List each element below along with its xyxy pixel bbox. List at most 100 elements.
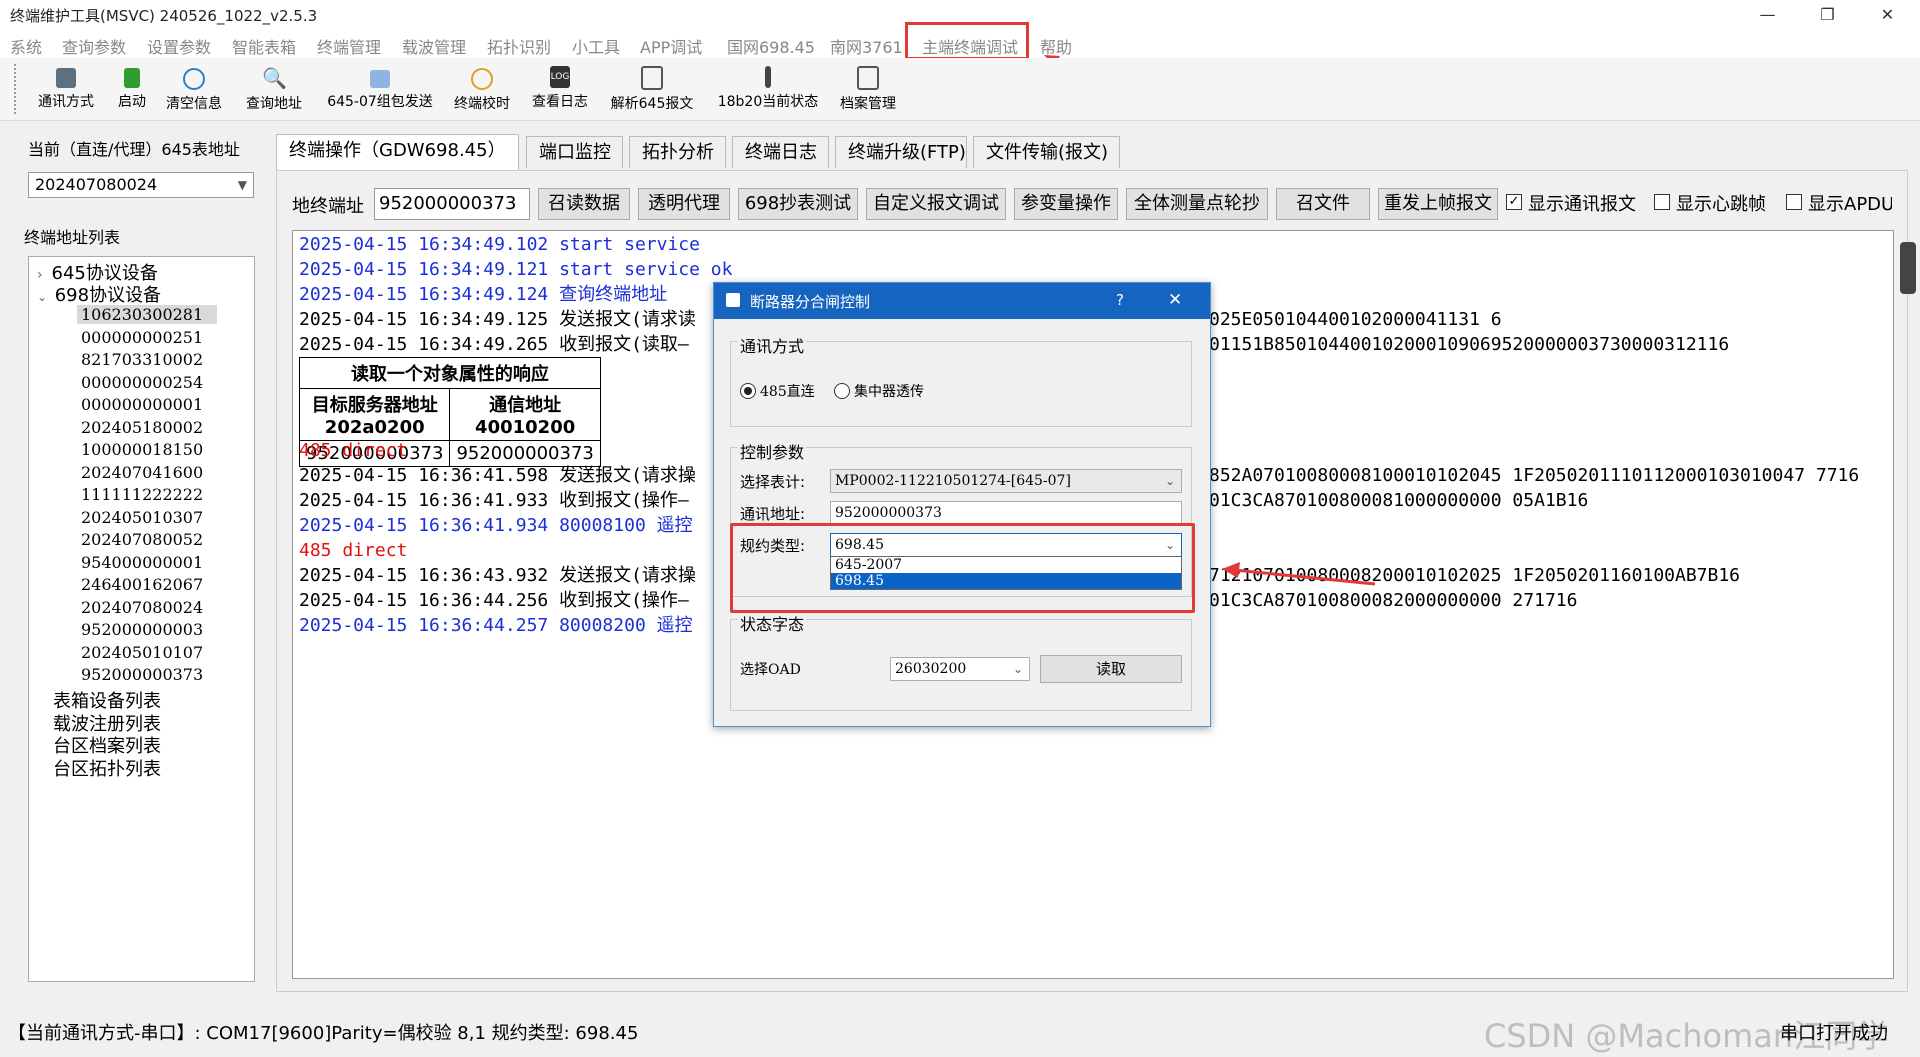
menu-topology[interactable]: 拓扑识别 — [487, 34, 551, 58]
toolbar-button-time-sync[interactable]: 终端校时 — [450, 62, 514, 118]
toolbar-button-parse-645[interactable]: 解析645报文 — [606, 62, 698, 118]
log-line-tail: 01C3CA870100800081000000000 05A1B16 — [1209, 490, 1589, 511]
tab-terminal-ops[interactable]: 终端操作（GDW698.45） — [276, 134, 519, 170]
menu-query-params[interactable]: 查询参数 — [62, 34, 126, 58]
radio-dot — [744, 387, 752, 395]
log-line: 485 direct — [299, 440, 408, 461]
radio-485-direct[interactable] — [740, 383, 756, 399]
toolbar-label: 查询地址 — [246, 96, 302, 112]
tree-item-address[interactable]: 202405180002 — [81, 418, 203, 437]
tree-item-address[interactable]: 952000000003 — [81, 620, 203, 639]
read-button[interactable]: 读取 — [1040, 655, 1182, 683]
chevron-down-icon: ⌄ — [1164, 474, 1175, 488]
toolbar: 通讯方式 启动 清空信息 🔍 查询地址 645-07组包发送 终端校时 LOG … — [0, 58, 1920, 121]
show-heartbeat-label: 显示心跳帧 — [1676, 194, 1766, 215]
menu-tools[interactable]: 小工具 — [572, 34, 620, 58]
window-title: 终端维护工具(MSVC) 240526_1022_v2.5.3 — [10, 7, 318, 25]
tree-item-address[interactable]: 202407080024 — [81, 598, 203, 617]
toolbar-label: 645-07组包发送 — [327, 94, 433, 110]
tab-terminal-upgrade[interactable]: 终端升级(FTP) — [835, 136, 967, 168]
terminal-addr-input[interactable]: 952000000373 — [374, 188, 530, 220]
toolbar-button-clear[interactable]: 清空信息 — [162, 62, 226, 118]
current-addr-select[interactable]: 202407080024 ▼ — [28, 172, 254, 198]
menu-carrier-mgmt[interactable]: 载波管理 — [402, 34, 466, 58]
tab-terminal-log[interactable]: 终端日志 — [732, 136, 829, 168]
tree-item-address[interactable]: 202405010307 — [81, 508, 203, 527]
tree-node-label: 698协议设备 — [54, 285, 162, 306]
tree-item-address[interactable]: 954000000001 — [81, 553, 203, 572]
close-button[interactable]: ✕ — [1860, 0, 1915, 30]
toolbar-button-view-log[interactable]: LOG 查看日志 — [528, 62, 592, 118]
tab-bar: 终端操作（GDW698.45） 端口监控 拓扑分析 终端日志 终端升级(FTP)… — [276, 134, 1908, 170]
menu-app-debug[interactable]: APP调试 — [640, 34, 702, 58]
menu-nw-3761[interactable]: 南网3761 — [830, 34, 903, 58]
status-right: 串口打开成功 — [1780, 1023, 1888, 1044]
menu-gw-698[interactable]: 国网698.45 — [727, 34, 815, 58]
comm-icon — [56, 68, 76, 88]
log-line: 2025-04-15 16:34:49.121 start service ok — [299, 259, 733, 280]
tree-node-698[interactable]: ⌄ 698协议设备 — [37, 281, 161, 307]
toolbar-label: 档案管理 — [840, 96, 896, 112]
dialog-help-button[interactable]: ? — [1116, 291, 1124, 309]
toolbar-button-645-packet[interactable]: 645-07组包发送 — [320, 62, 440, 118]
radio-concentrator[interactable] — [834, 383, 850, 399]
menu-system[interactable]: 系统 — [10, 34, 42, 58]
response-table-value-2: 952000000373 — [449, 440, 601, 467]
dialog-close-button[interactable]: ✕ — [1168, 290, 1182, 310]
tree-item-list[interactable]: 台区拓扑列表 — [53, 755, 161, 781]
tree-item-address[interactable]: 202407041600 — [81, 463, 203, 482]
tab-port-monitor[interactable]: 端口监控 — [526, 136, 623, 168]
toolbar-label: 启动 — [118, 94, 146, 110]
chevron-down-icon: ⌄ — [1012, 662, 1023, 676]
tree-item-address[interactable]: 000000000001 — [81, 395, 203, 414]
menu-set-params[interactable]: 设置参数 — [147, 34, 211, 58]
call-file-button[interactable]: 召文件 — [1276, 188, 1370, 220]
tree-item-address[interactable]: 100000018150 — [81, 440, 203, 459]
menu-terminal-mgmt[interactable]: 终端管理 — [317, 34, 381, 58]
response-table-header-2: 通信地址 40010200 — [449, 388, 601, 441]
edit-icon — [641, 66, 663, 90]
meter-test-698-button[interactable]: 698抄表测试 — [738, 188, 858, 220]
param-ops-button[interactable]: 参变量操作 — [1014, 188, 1118, 220]
tree-item-address[interactable]: 106230300281 — [77, 305, 218, 324]
show-apdu-checkbox[interactable] — [1786, 194, 1802, 210]
tree-item-address[interactable]: 246400162067 — [81, 575, 203, 594]
log-icon: LOG — [550, 66, 570, 88]
comm-addr-input[interactable]: 952000000373 — [830, 501, 1182, 525]
log-line: 2025-04-15 16:34:49.124 查询终端地址 — [299, 284, 668, 305]
tree-item-address[interactable]: 111111222222 — [81, 485, 203, 504]
toolbar-button-query-addr[interactable]: 🔍 查询地址 — [242, 62, 306, 118]
dialog-title: 断路器分合闸控制 — [750, 293, 871, 311]
custom-frame-debug-button[interactable]: 自定义报文调试 — [866, 188, 1006, 220]
tree-item-address[interactable]: 202405010107 — [81, 643, 203, 662]
tree-item-address[interactable]: 000000000251 — [81, 328, 203, 347]
tree-item-address[interactable]: 202407080052 — [81, 530, 203, 549]
menu-smart-box[interactable]: 智能表箱 — [232, 34, 296, 58]
oad-select[interactable]: 26030200 ⌄ — [890, 657, 1030, 681]
tab-topology-analysis[interactable]: 拓扑分析 — [629, 136, 726, 168]
response-table-header-1: 目标服务器地址 202a0200 — [298, 388, 451, 441]
highlight-box-menu — [905, 22, 1029, 60]
scrollbar-thumb[interactable] — [1900, 242, 1916, 294]
show-heartbeat-checkbox[interactable] — [1654, 194, 1670, 210]
tab-file-transfer[interactable]: 文件传输(报文) — [973, 136, 1120, 168]
toolbar-button-archive[interactable]: 档案管理 — [836, 62, 900, 118]
resend-frame-button[interactable]: 重发上帧报文 — [1378, 188, 1498, 220]
thermometer-icon — [765, 66, 771, 88]
transparent-proxy-button[interactable]: 透明代理 — [638, 188, 730, 220]
toolbar-button-comm[interactable]: 通讯方式 — [34, 62, 98, 118]
toolbar-label: 查看日志 — [532, 94, 588, 110]
clock-icon — [471, 68, 493, 90]
maximize-button[interactable]: ❐ — [1800, 0, 1855, 30]
call-data-button[interactable]: 召读数据 — [538, 188, 630, 220]
minimize-button[interactable]: — — [1740, 0, 1795, 30]
dialog-title-bar: 断路器分合闸控制 ? ✕ — [714, 283, 1210, 319]
tree-item-address[interactable]: 821703310002 — [81, 350, 203, 369]
toolbar-button-18b20[interactable]: 18b20当前状态 — [712, 62, 824, 118]
show-comm-checkbox[interactable]: ✓ — [1506, 194, 1522, 210]
all-points-poll-button[interactable]: 全体测量点轮抄 — [1126, 188, 1268, 220]
tree-item-address[interactable]: 952000000373 — [81, 665, 203, 684]
meter-select[interactable]: MP0002-112210501274-[645-07] ⌄ — [830, 469, 1182, 493]
toolbar-button-start[interactable]: 启动 — [112, 62, 152, 118]
tree-item-address[interactable]: 000000000254 — [81, 373, 203, 392]
